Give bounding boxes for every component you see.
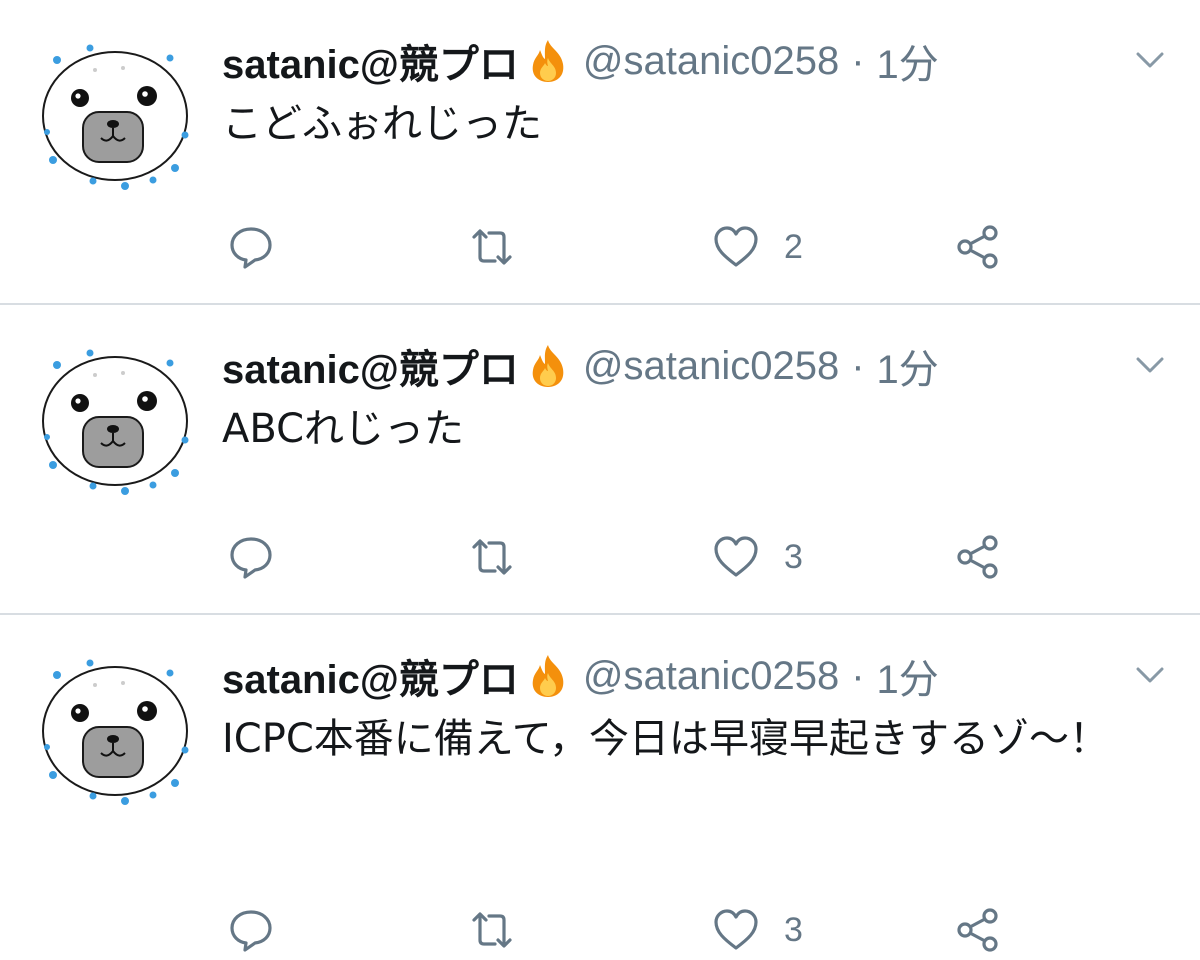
- share-icon: [954, 906, 1002, 954]
- like-button[interactable]: 2: [712, 217, 803, 277]
- like-button[interactable]: 3: [712, 527, 803, 587]
- fire-emoji: [525, 38, 571, 84]
- reply-icon: [227, 906, 275, 954]
- share-button[interactable]: [954, 900, 1002, 960]
- tweet-text: こどふぉれじった: [222, 101, 542, 147]
- avatar[interactable]: [35, 40, 195, 195]
- like-icon: [712, 906, 760, 954]
- chevron-down-icon[interactable]: [1132, 661, 1168, 689]
- tweet[interactable]: satanic@競プロ @satanic0258 · 1分 ICPC本番に備えて…: [0, 615, 1200, 955]
- chevron-down-icon[interactable]: [1132, 46, 1168, 74]
- fire-emoji: [525, 653, 571, 699]
- like-count: 3: [784, 537, 803, 576]
- display-name[interactable]: satanic@競プロ: [222, 647, 519, 705]
- timestamp[interactable]: 1分: [877, 647, 939, 705]
- timestamp[interactable]: 1分: [877, 32, 939, 90]
- retweet-icon: [468, 906, 516, 954]
- separator-dot: ·: [851, 343, 865, 388]
- display-name[interactable]: satanic@競プロ: [222, 32, 519, 90]
- like-count: 2: [784, 227, 803, 266]
- tweet-text: ABCれじった: [222, 406, 465, 452]
- user-handle[interactable]: @satanic0258: [583, 654, 839, 699]
- retweet-icon: [468, 533, 516, 581]
- separator-dot: ·: [851, 38, 865, 83]
- retweet-button[interactable]: [468, 527, 516, 587]
- timestamp[interactable]: 1分: [877, 337, 939, 395]
- tweet[interactable]: satanic@競プロ @satanic0258 · 1分 こどふぉれじった 2: [0, 0, 1200, 305]
- like-icon: [712, 533, 760, 581]
- tweet-header: satanic@競プロ @satanic0258 · 1分: [222, 651, 939, 703]
- avatar[interactable]: [35, 345, 195, 500]
- share-button[interactable]: [954, 217, 1002, 277]
- reply-icon: [227, 533, 275, 581]
- retweet-button[interactable]: [468, 217, 516, 277]
- tweet-header: satanic@競プロ @satanic0258 · 1分: [222, 341, 939, 393]
- tweet-actions: 3: [0, 527, 1200, 587]
- user-handle[interactable]: @satanic0258: [583, 39, 839, 84]
- retweet-icon: [468, 223, 516, 271]
- retweet-button[interactable]: [468, 900, 516, 960]
- reply-button[interactable]: [227, 527, 275, 587]
- like-icon: [712, 223, 760, 271]
- fire-emoji: [525, 343, 571, 389]
- reply-button[interactable]: [227, 217, 275, 277]
- share-button[interactable]: [954, 527, 1002, 587]
- tweet-actions: 3: [0, 900, 1200, 960]
- user-handle[interactable]: @satanic0258: [583, 344, 839, 389]
- share-icon: [954, 223, 1002, 271]
- like-count: 3: [784, 910, 803, 949]
- avatar[interactable]: [35, 655, 195, 810]
- tweet[interactable]: satanic@競プロ @satanic0258 · 1分 ABCれじった 3: [0, 305, 1200, 615]
- tweet-actions: 2: [0, 217, 1200, 277]
- chevron-down-icon[interactable]: [1132, 351, 1168, 379]
- like-button[interactable]: 3: [712, 900, 803, 960]
- tweet-text: ICPC本番に備えて，今日は早寝早起きするゾ〜！: [222, 716, 1109, 762]
- reply-icon: [227, 223, 275, 271]
- reply-button[interactable]: [227, 900, 275, 960]
- separator-dot: ·: [851, 653, 865, 698]
- tweet-header: satanic@競プロ @satanic0258 · 1分: [222, 36, 939, 88]
- share-icon: [954, 533, 1002, 581]
- display-name[interactable]: satanic@競プロ: [222, 337, 519, 395]
